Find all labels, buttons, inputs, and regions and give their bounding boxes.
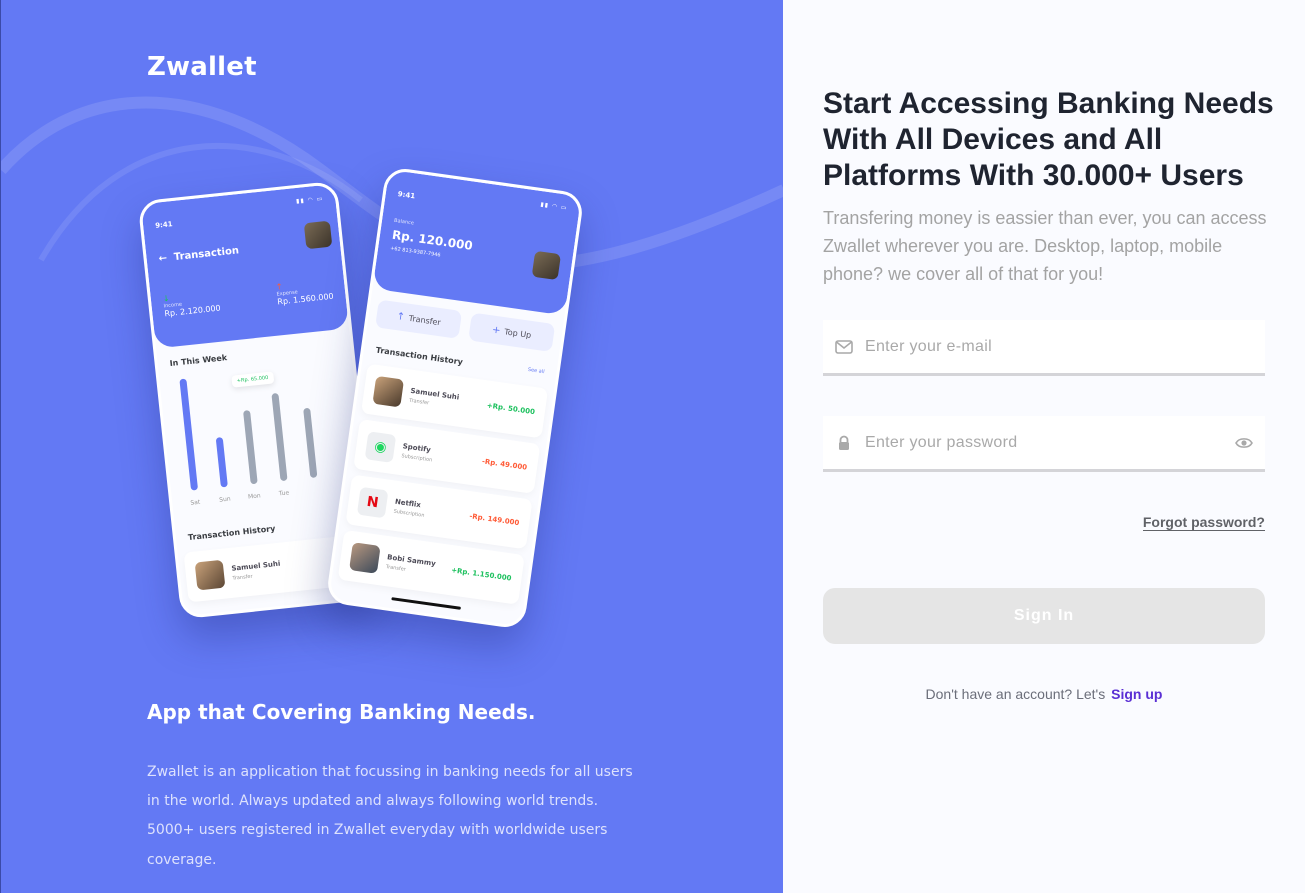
brand-logo: Zwallet (147, 52, 257, 82)
see-all-link: See all (527, 366, 545, 376)
signal-icon: ▮▮ ◠ ▭ (295, 195, 324, 206)
chart-bar (179, 378, 199, 491)
plus-icon: + (491, 324, 502, 337)
signin-button[interactable]: Sign In (823, 588, 1265, 644)
page-subtitle: Transfering money is eassier than ever, … (823, 208, 1267, 284)
avatar (303, 220, 333, 250)
day-label: Mon (247, 492, 262, 501)
promo-tagline: App that Covering Banking Needs. (147, 700, 536, 724)
back-arrow-icon: ← (158, 252, 175, 265)
arrow-up-icon: ↑ (395, 310, 406, 323)
mockup-title: Transaction (173, 245, 240, 264)
phone-mockups: 9:41 ▮▮ ◠ ▭ ← Transaction ↓ Income Rp. 2.… (137, 166, 585, 640)
email-field (823, 320, 1265, 376)
netflix-icon: N (356, 486, 389, 519)
promo-panel: Zwallet 9:41 ▮▮ ◠ ▭ ← Transaction ↓ Inco… (0, 0, 783, 893)
chart-bar (303, 407, 318, 479)
mail-icon (835, 338, 853, 356)
signal-icon: ▮▮ ◠ ▭ (539, 201, 568, 212)
mockup-time: 9:41 (154, 220, 173, 230)
spotify-icon: ◉ (364, 431, 397, 463)
amount: -Rp. 49.000 (481, 457, 528, 472)
signup-prompt: Don't have an account? Let's Sign up (823, 686, 1265, 702)
chart-bar (243, 409, 258, 485)
amount: +Rp. 50.000 (486, 401, 536, 417)
home-indicator (391, 597, 461, 610)
day-label: Tue (278, 489, 290, 498)
day-label: Sun (218, 495, 231, 504)
page-title: Start Accessing Banking Needs With All D… (823, 87, 1274, 192)
chart-bar (271, 392, 288, 482)
eye-icon[interactable] (1235, 434, 1253, 452)
lock-icon (835, 434, 853, 452)
income-block: ↓ Income Rp. 2.120.000 (162, 293, 222, 319)
expense-block: ↑ Expense Rp. 1.560.000 (275, 281, 335, 307)
signup-text: Don't have an account? Let's (925, 686, 1106, 702)
weekly-chart: +Rp. 65.000 Sat Sun Mon Tue (169, 354, 358, 521)
amount: +Rp. 1.150.000 (450, 566, 512, 583)
forgot-password-link[interactable]: Forgot password? (1142, 514, 1265, 531)
password-field (823, 416, 1265, 472)
mockup-time: 9:41 (397, 190, 416, 201)
email-input[interactable] (865, 337, 1253, 356)
amount: -Rp. 149.000 (468, 512, 520, 528)
mockup-header: 9:41 ▮▮ ◠ ▭ ← Transaction ↓ Income Rp. 2.… (140, 183, 349, 349)
topup-button: + Top Up (468, 312, 556, 352)
mockup-home-screen: 9:41 ▮▮ ◠ ▭ Balance Rp. 120.000 +62 813-… (325, 166, 585, 630)
chart-tooltip: +Rp. 65.000 (231, 371, 274, 388)
avatar-icon (349, 542, 381, 574)
avatar-icon (372, 375, 405, 408)
signup-link[interactable]: Sign up (1111, 686, 1162, 702)
avatar (531, 250, 562, 281)
avatar-icon (194, 559, 226, 591)
chart-bar (215, 437, 228, 488)
day-label: Sat (190, 498, 201, 507)
history-title: Transaction History (375, 345, 464, 367)
transfer-button: ↑ Transfer (375, 299, 463, 339)
password-input[interactable] (865, 433, 1235, 452)
promo-description: Zwallet is an application that focussing… (147, 764, 633, 868)
login-panel: Start Accessing Banking Needs With All D… (783, 0, 1305, 893)
